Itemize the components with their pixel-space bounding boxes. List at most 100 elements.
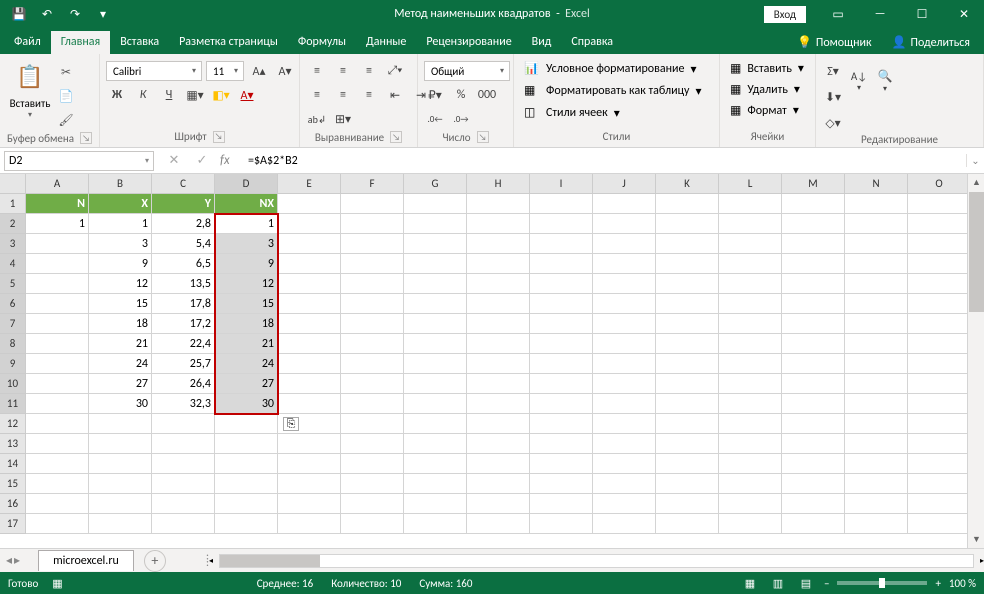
cell[interactable] [341, 214, 404, 234]
cell[interactable] [656, 394, 719, 414]
col-header[interactable]: K [656, 174, 719, 194]
cell[interactable] [593, 494, 656, 514]
cell[interactable] [908, 394, 971, 414]
cell[interactable] [404, 434, 467, 454]
shrink-font-icon[interactable]: A▾ [274, 61, 296, 81]
cut-icon[interactable]: ✂ [56, 65, 76, 83]
increase-decimal-icon[interactable]: .0← [424, 109, 446, 129]
cell[interactable] [467, 354, 530, 374]
cell[interactable] [530, 334, 593, 354]
cell[interactable] [152, 474, 215, 494]
close-icon[interactable]: ✕ [944, 0, 984, 28]
cell[interactable] [593, 254, 656, 274]
number-format-combo[interactable]: Общий▾ [424, 61, 510, 81]
zoom-slider[interactable] [837, 581, 927, 585]
cell[interactable] [593, 274, 656, 294]
cell[interactable] [530, 354, 593, 374]
cell[interactable] [467, 214, 530, 234]
cell[interactable] [719, 414, 782, 434]
col-header[interactable]: D [215, 174, 278, 194]
cell[interactable]: 2,8 [152, 214, 215, 234]
insert-cells-button[interactable]: ▦Вставить▾ [726, 59, 808, 78]
cell[interactable]: 32,3 [152, 394, 215, 414]
view-pagebreak-icon[interactable]: ▤ [796, 575, 816, 591]
cell[interactable] [845, 294, 908, 314]
row-header[interactable]: 3 [0, 234, 26, 254]
cell[interactable] [656, 214, 719, 234]
cell[interactable] [341, 414, 404, 434]
cell[interactable] [908, 334, 971, 354]
formula-bar[interactable]: =$A$2*B2 [244, 152, 966, 170]
cell[interactable] [845, 314, 908, 334]
cell-styles-button[interactable]: ◫Стили ячеек▾ [520, 103, 706, 123]
align-left-icon[interactable]: ≡ [306, 85, 328, 105]
cell[interactable] [593, 454, 656, 474]
cell[interactable] [845, 494, 908, 514]
cell[interactable] [908, 314, 971, 334]
cell[interactable] [719, 374, 782, 394]
cell[interactable] [467, 194, 530, 214]
col-header[interactable]: I [530, 174, 593, 194]
cell[interactable]: 24 [215, 354, 278, 374]
cell[interactable] [26, 294, 89, 314]
cell[interactable] [719, 494, 782, 514]
save-icon[interactable]: 💾 [6, 3, 32, 25]
cell[interactable] [26, 314, 89, 334]
cell[interactable] [404, 414, 467, 434]
cell[interactable] [278, 374, 341, 394]
cell[interactable] [26, 394, 89, 414]
find-select-icon[interactable]: 🔍▾ [874, 61, 896, 101]
cell[interactable] [782, 454, 845, 474]
col-header[interactable]: O [908, 174, 971, 194]
cell[interactable] [593, 234, 656, 254]
decrease-decimal-icon[interactable]: .0→ [450, 109, 472, 129]
cell[interactable]: 27 [215, 374, 278, 394]
italic-button[interactable]: К [132, 85, 154, 105]
cell[interactable] [467, 374, 530, 394]
cell[interactable] [26, 474, 89, 494]
cell[interactable]: 21 [89, 334, 152, 354]
cell[interactable] [341, 434, 404, 454]
cell[interactable]: 9 [215, 254, 278, 274]
cell[interactable]: 22,4 [152, 334, 215, 354]
scroll-up-icon[interactable]: ▲ [968, 174, 984, 191]
cell[interactable] [467, 434, 530, 454]
cell[interactable] [89, 494, 152, 514]
cell[interactable] [341, 294, 404, 314]
cell[interactable] [656, 274, 719, 294]
cell[interactable] [152, 494, 215, 514]
cell[interactable] [341, 194, 404, 214]
cell[interactable] [530, 294, 593, 314]
cell[interactable] [656, 254, 719, 274]
cell[interactable] [782, 234, 845, 254]
cell[interactable] [530, 194, 593, 214]
cell[interactable] [278, 274, 341, 294]
share-button[interactable]: 👤 Поделиться [882, 31, 980, 54]
cell[interactable]: 15 [89, 294, 152, 314]
cell[interactable] [278, 314, 341, 334]
cell[interactable] [719, 234, 782, 254]
cell[interactable] [908, 294, 971, 314]
cell[interactable] [89, 474, 152, 494]
cell[interactable] [467, 274, 530, 294]
cell[interactable] [152, 454, 215, 474]
cell[interactable] [26, 254, 89, 274]
sheet-nav-next-icon[interactable]: ▸ [14, 553, 20, 568]
cell[interactable] [845, 214, 908, 234]
cell[interactable] [530, 474, 593, 494]
tab-данные[interactable]: Данные [356, 31, 416, 54]
cell[interactable] [89, 434, 152, 454]
cell[interactable] [467, 334, 530, 354]
cell[interactable] [26, 374, 89, 394]
cell[interactable]: 15 [215, 294, 278, 314]
view-normal-icon[interactable]: ▦ [740, 575, 760, 591]
cell[interactable] [341, 374, 404, 394]
cell[interactable] [845, 274, 908, 294]
cell[interactable] [656, 234, 719, 254]
cell[interactable] [89, 414, 152, 434]
minimize-icon[interactable]: — [860, 0, 900, 28]
cell[interactable] [278, 194, 341, 214]
cell[interactable] [782, 474, 845, 494]
orientation-icon[interactable]: ⤢▾ [384, 61, 406, 81]
cell[interactable] [719, 334, 782, 354]
